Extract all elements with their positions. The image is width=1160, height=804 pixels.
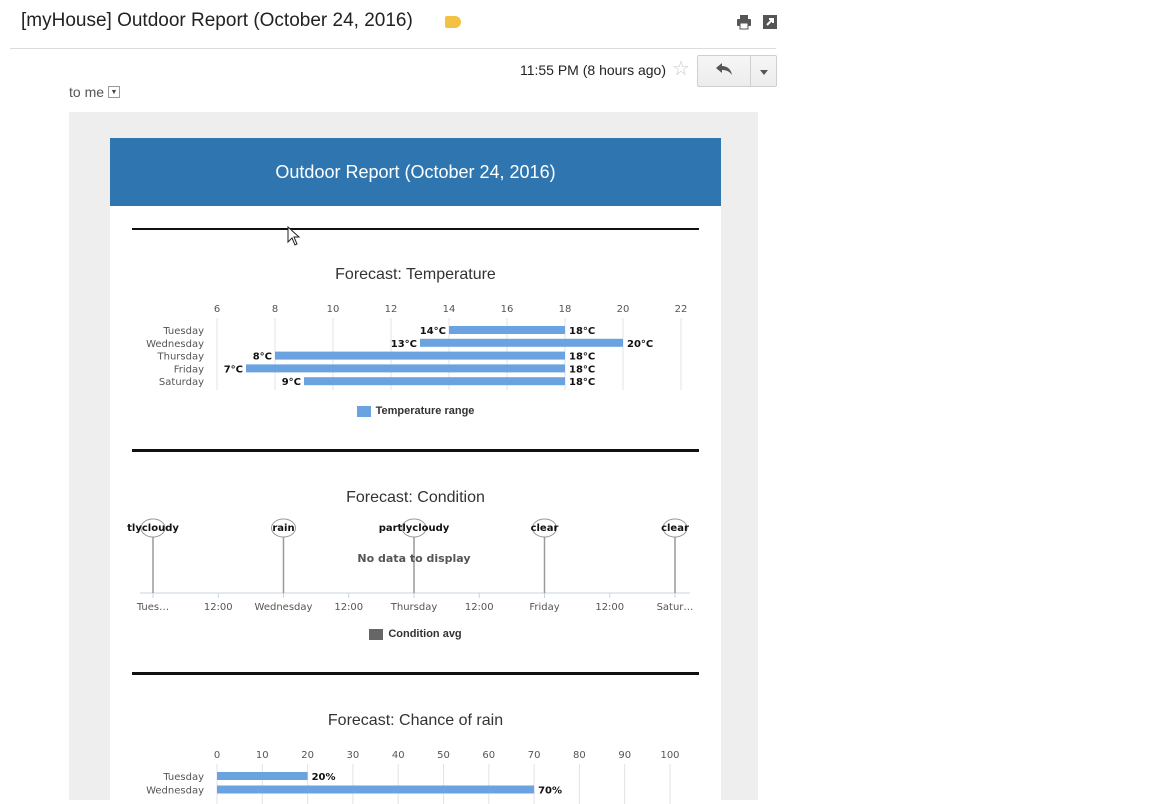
x-tick-label: 22 xyxy=(675,304,688,315)
x-tick-label: 12:00 xyxy=(465,602,494,613)
x-tick-label: 8 xyxy=(272,304,278,315)
x-tick-label: 12:00 xyxy=(204,602,233,613)
category-label: Thursday xyxy=(157,352,205,363)
x-tick-label: 10 xyxy=(327,304,340,315)
condition-chart-title: Forecast: Condition xyxy=(346,489,485,506)
temperature-bar xyxy=(275,351,565,360)
temperature-legend[interactable]: Temperature range xyxy=(110,405,721,417)
x-tick-label: 90 xyxy=(618,750,631,761)
x-tick-label: 40 xyxy=(392,750,405,761)
x-tick-label: 10 xyxy=(256,750,269,761)
flag-label: clear xyxy=(661,523,689,534)
category-label: Tuesday xyxy=(162,326,204,337)
bar-low-label: 9°C xyxy=(282,377,301,388)
x-tick-label: 60 xyxy=(482,750,495,761)
category-label: Wednesday xyxy=(146,339,204,350)
new-window-icon[interactable] xyxy=(762,14,778,30)
recipient-label: to me xyxy=(69,84,105,100)
legend-label: Temperature range xyxy=(375,405,475,417)
x-tick-label: Tues… xyxy=(136,602,169,613)
bar-high-label: 18°C xyxy=(569,352,595,363)
no-data-message: No data to display xyxy=(357,552,470,565)
rain-chart-title: Forecast: Chance of rain xyxy=(327,712,504,729)
star-icon[interactable]: ☆ xyxy=(672,59,690,79)
report-title: Outdoor Report (October 24, 2016) xyxy=(275,161,556,182)
x-tick-label: 16 xyxy=(501,304,514,315)
x-tick-label: Satur… xyxy=(657,602,694,613)
x-tick-label: 12:00 xyxy=(595,602,624,613)
rain-bar xyxy=(217,785,535,794)
reply-button-group xyxy=(697,55,777,87)
x-tick-label: 80 xyxy=(573,750,586,761)
category-label: Friday xyxy=(174,364,204,375)
section-divider xyxy=(132,228,699,230)
print-icon[interactable] xyxy=(736,14,752,30)
flag-label: tlycloudy xyxy=(127,523,179,534)
x-tick-label: 20 xyxy=(617,304,630,315)
x-tick-label: 6 xyxy=(214,304,220,315)
x-tick-label: Wednesday xyxy=(255,602,313,613)
bar-high-label: 18°C xyxy=(569,326,595,337)
x-tick-label: 30 xyxy=(347,750,360,761)
x-tick-label: 14 xyxy=(443,304,456,315)
condition-chart: Tues… 12:00 Wednesday 12:00 Thursday 12:00 Fri… xyxy=(127,518,694,613)
flag-label: rain xyxy=(272,523,294,534)
x-tick-label: 12:00 xyxy=(334,602,363,613)
bar-low-label: 8°C xyxy=(253,352,272,363)
email-subject: [myHouse] Outdoor Report (October 24, 20… xyxy=(21,10,413,31)
rain-chart: 0 10 20 30 40 50 60 70 80 90 100 Tuesday 20% Wednesda… xyxy=(146,750,680,804)
section-divider xyxy=(132,672,699,675)
reply-button[interactable] xyxy=(698,56,751,86)
condition-legend[interactable]: Condition avg xyxy=(110,628,721,640)
report-banner: Outdoor Report (October 24, 2016) xyxy=(110,138,721,206)
temperature-bar xyxy=(449,326,565,334)
category-label: Wednesday xyxy=(146,786,204,797)
x-tick-label: 50 xyxy=(437,750,450,761)
flag-label: partlycloudy xyxy=(379,523,450,534)
x-tick-label: 18 xyxy=(559,304,572,315)
bar-high-label: 18°C xyxy=(569,377,595,388)
x-tick-label: 12 xyxy=(385,304,398,315)
temperature-chart-title: Forecast: Temperature xyxy=(335,266,496,283)
x-tick-label: Thursday xyxy=(390,602,438,613)
x-tick-label: 100 xyxy=(660,750,679,761)
x-tick-label: 70 xyxy=(528,750,541,761)
legend-swatch xyxy=(356,405,371,417)
x-tick-label: Friday xyxy=(529,602,559,613)
label-icon[interactable] xyxy=(445,16,461,28)
x-tick-label: 0 xyxy=(214,750,220,761)
category-label: Saturday xyxy=(159,377,204,388)
recipient-details-icon[interactable]: ▼ xyxy=(108,86,121,98)
more-dropdown-button[interactable] xyxy=(751,56,776,86)
email-timestamp: 11:55 PM (8 hours ago) xyxy=(519,62,666,78)
report-card: Outdoor Report (October 24, 2016) Foreca… xyxy=(110,138,721,804)
category-label: Tuesday xyxy=(162,772,204,783)
recipient-line[interactable]: to me ▼ xyxy=(69,84,121,100)
reply-icon xyxy=(715,62,733,81)
bar-low-label: 14°C xyxy=(420,326,446,337)
bar-low-label: 7°C xyxy=(224,364,243,375)
bar-high-label: 20°C xyxy=(627,339,653,350)
bar-value-label: 70% xyxy=(538,786,562,797)
bar-high-label: 18°C xyxy=(569,364,595,375)
bar-value-label: 20% xyxy=(312,772,336,783)
temperature-chart: 6 8 10 12 14 16 18 20 22 Tuesday 14°C 18°C Wednesday… xyxy=(146,304,688,390)
flag-label: clear xyxy=(531,523,559,534)
legend-label: Condition avg xyxy=(388,628,462,640)
temperature-bar xyxy=(304,377,565,386)
mouse-cursor-icon xyxy=(287,226,301,246)
x-tick-label: 20 xyxy=(301,750,314,761)
section-divider xyxy=(132,449,699,452)
bar-low-label: 13°C xyxy=(391,339,417,350)
temperature-bar xyxy=(420,338,623,347)
temperature-bar xyxy=(246,364,565,373)
header-divider xyxy=(10,48,776,49)
more-dropdown-icon xyxy=(759,62,768,80)
rain-bar xyxy=(217,772,308,780)
legend-swatch xyxy=(369,628,384,640)
